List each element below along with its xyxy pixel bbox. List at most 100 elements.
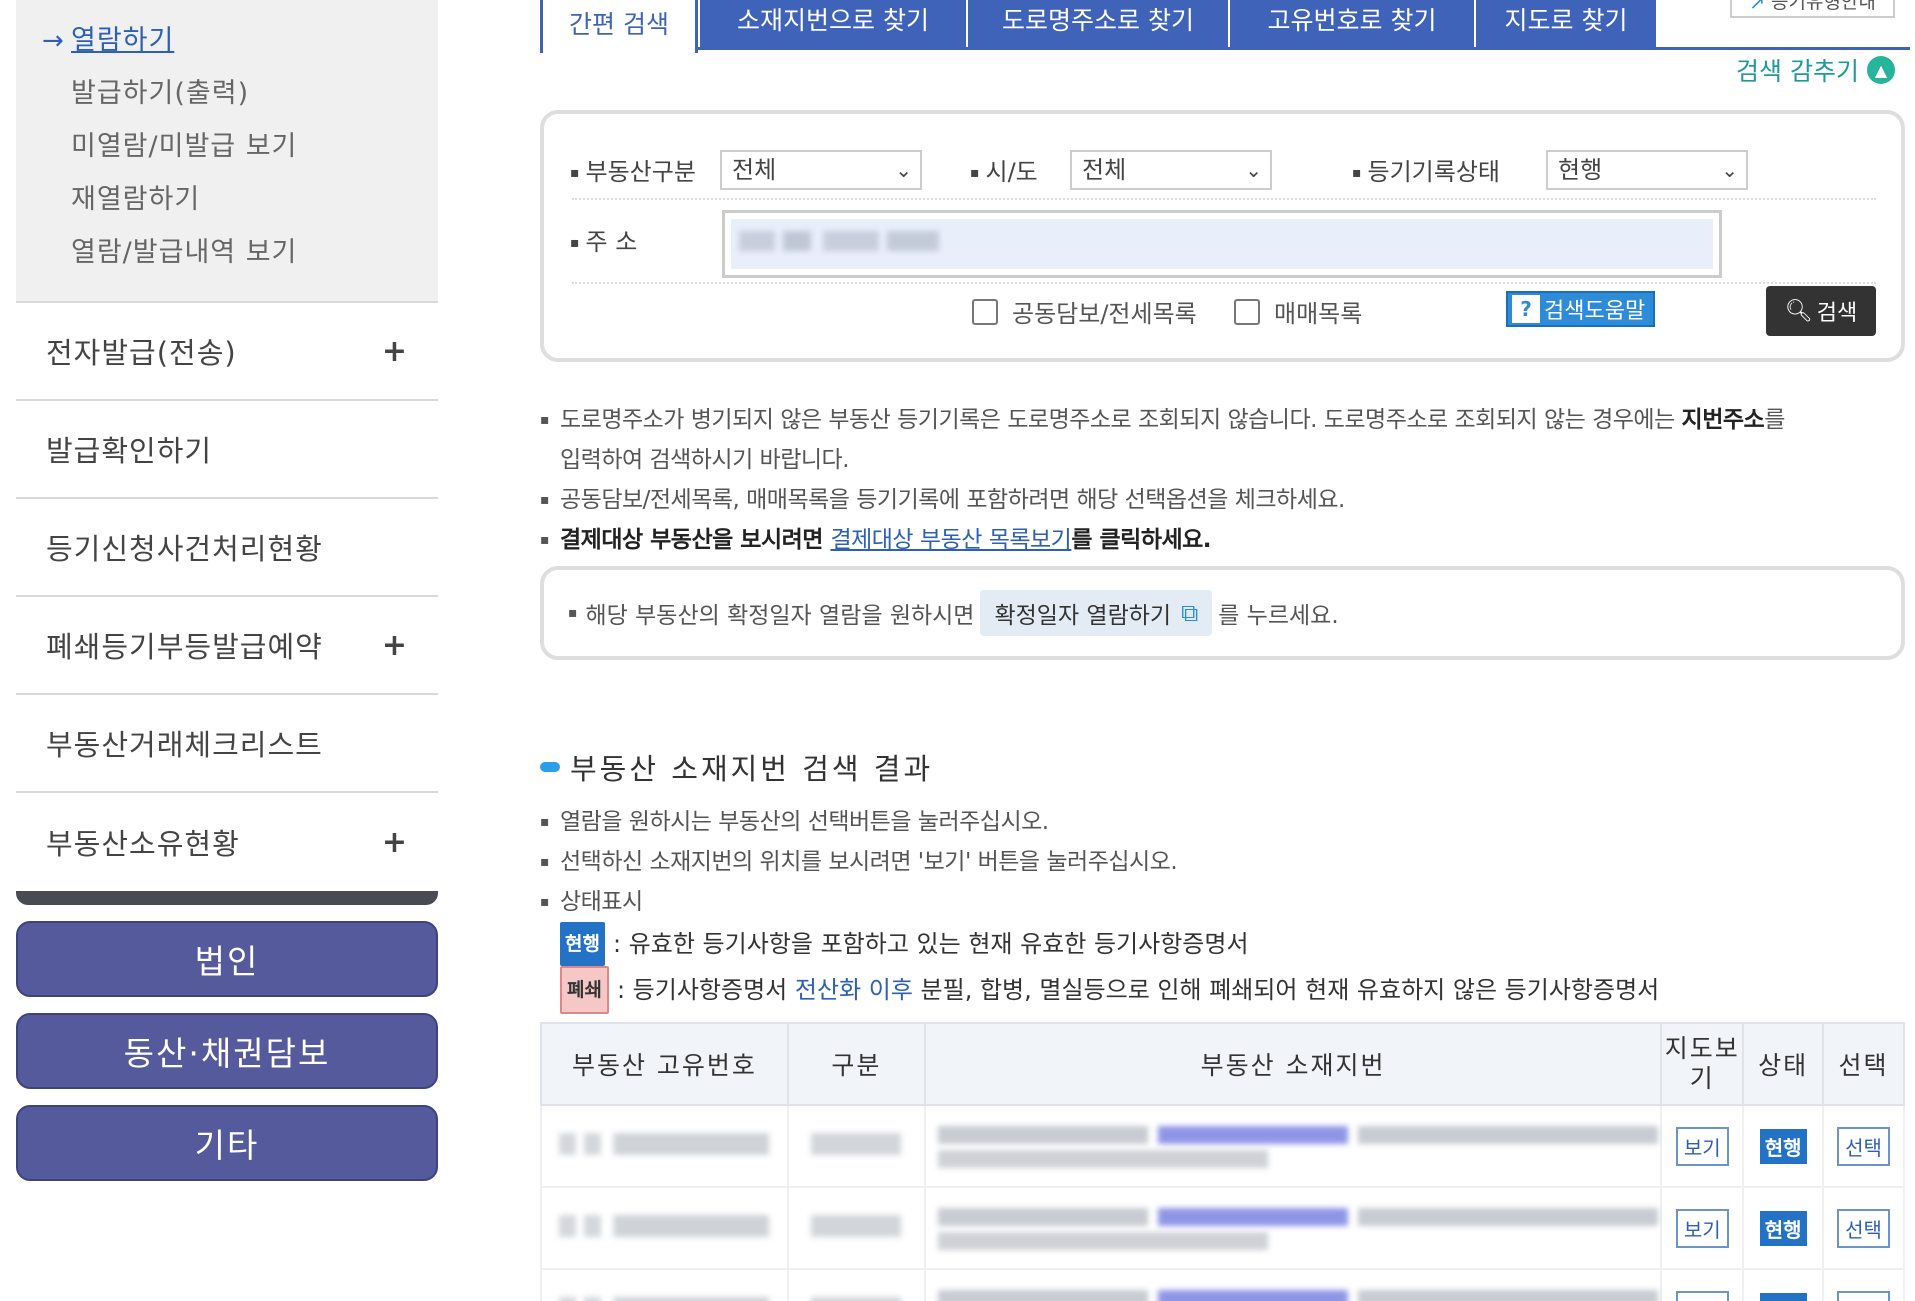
region-label: 시/도 — [970, 152, 1038, 187]
search-button[interactable]: 🔍︎ 검색 — [1766, 286, 1876, 336]
select-button[interactable]: 선택 — [1837, 1290, 1890, 1301]
redacted-id — [559, 1297, 770, 1301]
property-type-select[interactable]: 전체 ⌄ — [720, 150, 922, 190]
payment-list-link[interactable]: 결제대상 부동산 목록보기 — [830, 527, 1071, 553]
confirmation-date-button[interactable]: 확정일자 열람하기 ⧉ — [980, 590, 1213, 636]
tab-simple-search[interactable]: 간편 검색 — [540, 0, 698, 53]
external-link-icon: ⧉ — [1181, 599, 1199, 627]
redacted-address — [937, 1122, 1658, 1170]
status-desc-part: 분필, 합병, 멸실등으로 인해 폐쇄되어 현재 유효하지 않은 등기사항증명서 — [912, 976, 1660, 1004]
sidebar-item-electronic-issue[interactable]: 전자발급(전송) + — [16, 303, 438, 401]
search-form: 부동산구분 전체 ⌄ 시/도 전체 ⌄ 등기기록상태 현행 ⌄ 주 소 공동담보/전세… — [540, 110, 1905, 362]
left-sidebar: → 열람하기 발급하기(출력) 미열람/미발급 보기 재열람하기 열람/발급내역 … — [16, 0, 438, 1181]
status-desc: : 등기사항증명서 전산화 이후 분필, 합병, 멸실등으로 인해 폐쇄되어 현… — [617, 970, 1659, 1010]
map-view-button[interactable]: 보기 — [1675, 1290, 1729, 1301]
redacted-kind — [811, 1133, 902, 1155]
link-icon: ↗ — [1749, 0, 1766, 14]
cell-select: 선택 — [1822, 1186, 1905, 1270]
title-marker — [540, 762, 560, 772]
note-road-address-cont: 입력하여 검색하시기 바랍니다. — [560, 447, 850, 473]
map-view-button[interactable]: 보기 — [1675, 1126, 1729, 1166]
record-state-label: 등기기록상태 — [1352, 152, 1500, 187]
sidebar-item-checklist[interactable]: 부동산거래체크리스트 — [16, 695, 438, 793]
question-icon: ? — [1512, 295, 1540, 323]
cell-map: 보기 — [1660, 1268, 1745, 1301]
tab-lot-number[interactable]: 소재지번으로 찾기 — [698, 0, 966, 47]
cell-kind — [786, 1104, 926, 1188]
sidebar-item-issue-confirm[interactable]: 발급확인하기 — [16, 401, 438, 499]
region-select[interactable]: 전체 ⌄ — [1070, 150, 1272, 190]
column-header-address: 부동산 소재지번 — [923, 1022, 1663, 1106]
cell-address — [923, 1104, 1663, 1188]
redacted-id — [559, 1133, 770, 1155]
redacted-address — [937, 1204, 1658, 1252]
joint-collateral-checkbox[interactable]: 공동담보/전세목록 — [972, 294, 1197, 329]
redacted-kind — [811, 1297, 902, 1301]
table-row: 보기 현행 선택 — [540, 1104, 1905, 1188]
subnav-label: 재열람하기 — [71, 184, 201, 215]
column-header-select: 선택 — [1822, 1022, 1905, 1106]
subnav-item-issue-print[interactable]: 발급하기(출력) — [16, 71, 438, 124]
sidebar-subnav: → 열람하기 발급하기(출력) 미열람/미발급 보기 재열람하기 열람/발급내역 … — [16, 0, 438, 303]
select-button[interactable]: 선택 — [1837, 1126, 1890, 1166]
results-note: 열람을 원하시는 부동산의 선택버튼을 눌러주십시오. — [540, 802, 1910, 842]
search-help-button[interactable]: ? 검색도움말 — [1506, 291, 1656, 327]
redacted-kind — [811, 1215, 902, 1237]
checkbox-label: 매매목록 — [1274, 300, 1363, 328]
note-options: 공동담보/전세목록, 매매목록을 등기기록에 포함하려면 해당 선택옵션을 체크… — [540, 480, 1910, 520]
plus-icon[interactable]: + — [382, 825, 408, 860]
status-desc-part: : 등기사항증명서 — [616, 976, 795, 1004]
status-badge: 폐쇄 — [560, 966, 609, 1014]
subnav-item-unviewed[interactable]: 미열람/미발급 보기 — [16, 124, 438, 177]
subnav-item-review[interactable]: 재열람하기 — [16, 177, 438, 230]
note-bold: 결제대상 부동산을 보시려면 — [560, 527, 831, 553]
tab-map[interactable]: 지도로 찾기 — [1474, 0, 1656, 47]
tab-unique-number[interactable]: 고유번호로 찾기 — [1228, 0, 1474, 47]
checkbox-box[interactable] — [1234, 298, 1260, 325]
subnav-label: 미열람/미발급 보기 — [71, 131, 298, 162]
note-bold: 지번주소 — [1681, 407, 1765, 433]
confirm-button-label: 확정일자 열람하기 — [994, 603, 1172, 629]
other-button[interactable]: 기타 — [16, 1105, 438, 1181]
sidebar-item-case-status[interactable]: 등기신청사건처리현황 — [16, 499, 438, 597]
arrow-right-icon: → — [42, 26, 65, 56]
map-view-button[interactable]: 보기 — [1675, 1208, 1729, 1248]
status-desc: : 유효한 등기사항을 포함하고 있는 현재 유효한 등기사항증명서 — [612, 930, 1249, 958]
plus-icon[interactable]: + — [382, 334, 408, 369]
column-header-id: 부동산 고유번호 — [540, 1022, 789, 1106]
corporation-button[interactable]: 법인 — [16, 921, 438, 997]
checkbox-box[interactable] — [972, 298, 998, 325]
hide-search-toggle[interactable]: 검색 감추기 ▲ — [1736, 52, 1895, 88]
subnav-item-history[interactable]: 열람/발급내역 보기 — [16, 230, 438, 283]
form-divider — [572, 198, 1876, 200]
search-notes: 도로명주소가 병기되지 않은 부동산 등기기록은 도로명주소로 조회되지 않습니… — [540, 400, 1910, 560]
bullet: ▪ — [568, 605, 578, 621]
redacted-address — [937, 1286, 1658, 1301]
tab-road-address[interactable]: 도로명주소로 찾기 — [966, 0, 1228, 47]
redacted-id — [559, 1215, 770, 1237]
sidebar-item-ownership[interactable]: 부동산소유현황 + — [16, 793, 438, 891]
status-badge: 현행 — [1759, 1210, 1807, 1246]
movable-collateral-button[interactable]: 동산·채권담보 — [16, 1013, 438, 1089]
record-state-select[interactable]: 현행 ⌄ — [1546, 150, 1748, 190]
guide-label: 등기유형안내 — [1771, 0, 1876, 13]
search-tabs: 간편 검색 소재지번으로 찾기 도로명주소로 찾기 고유번호로 찾기 지도로 찾… — [540, 0, 1910, 53]
property-type-label: 부동산구분 — [570, 152, 696, 187]
search-label: 검색 — [1816, 301, 1858, 326]
subnav-item-view[interactable]: → 열람하기 — [16, 18, 438, 71]
registry-guide-button[interactable]: ↗ 등기유형안내 — [1730, 0, 1895, 18]
sidebar-divider — [16, 891, 438, 905]
select-button[interactable]: 선택 — [1837, 1208, 1890, 1248]
sale-list-checkbox[interactable]: 매매목록 — [1234, 294, 1362, 329]
cell-address — [923, 1268, 1663, 1301]
property-type-value: 전체 — [732, 156, 777, 184]
plus-icon[interactable]: + — [382, 628, 408, 663]
sidebar-item-label: 등기신청사건처리현황 — [46, 532, 323, 566]
cell-status: 현행 — [1742, 1186, 1825, 1270]
sidebar-item-closed-reservation[interactable]: 폐쇄등기부등발급예약 + — [16, 597, 438, 695]
record-state-value: 현행 — [1558, 156, 1603, 184]
status-legend-closed: 폐쇄: 등기사항증명서 전산화 이후 분필, 합병, 멸실등으로 인해 폐쇄되어… — [540, 966, 1910, 1014]
hide-search-label: 검색 감추기 — [1736, 57, 1859, 86]
cell-status: 현행 — [1742, 1104, 1825, 1188]
subnav-label: 발급하기(출력) — [71, 78, 250, 109]
